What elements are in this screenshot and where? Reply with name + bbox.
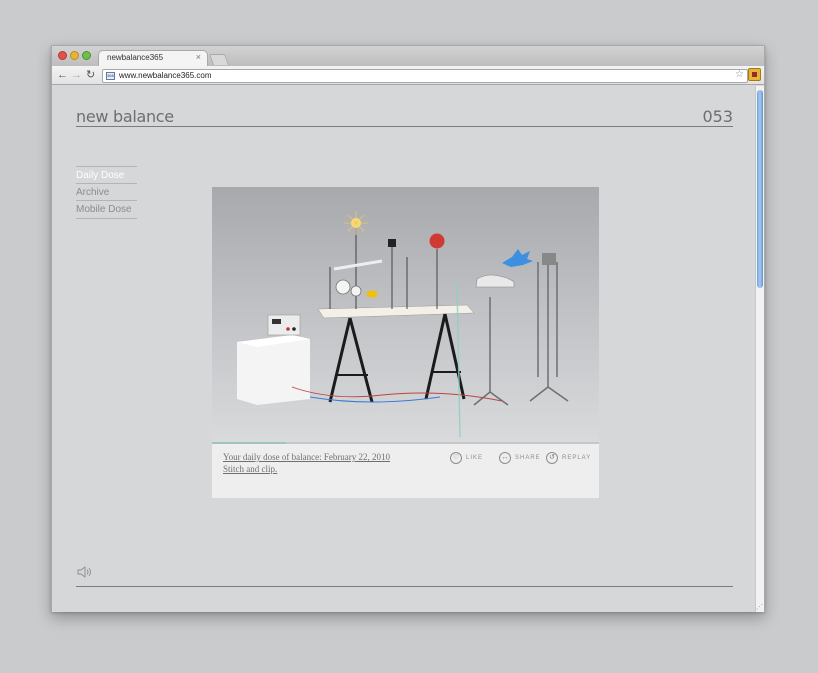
- replay-icon: ↺: [546, 452, 558, 464]
- menu-item-mobile-dose[interactable]: Mobile Dose: [76, 201, 137, 219]
- menu-item-archive[interactable]: Archive: [76, 184, 137, 201]
- menu-item-daily-dose[interactable]: Daily Dose: [76, 166, 137, 184]
- daily-dose-photo[interactable]: [212, 187, 599, 442]
- video-progress-bar[interactable]: [212, 442, 599, 444]
- video-progress-fill: [212, 442, 286, 444]
- speaker-icon[interactable]: [77, 565, 93, 579]
- browser-window: newbalance365 × ← → ↻ 365 www.newbalance…: [51, 45, 765, 612]
- caption-date[interactable]: Your daily dose of balance: February 22,…: [223, 451, 390, 463]
- heart-icon: ♡: [450, 452, 462, 464]
- bookmark-star-icon[interactable]: ☆: [735, 69, 744, 80]
- browser-toolbar: ← → ↻ 365 www.newbalance365.com ☆: [52, 66, 764, 85]
- reload-icon[interactable]: ↻: [86, 68, 95, 82]
- zoom-window-button[interactable]: [82, 51, 91, 60]
- new-tab-button[interactable]: [208, 54, 230, 65]
- daily-dose-caption[interactable]: Your daily dose of balance: February 22,…: [223, 451, 390, 475]
- scrollbar-thumb[interactable]: [757, 90, 763, 288]
- site-favicon-icon: 365: [106, 72, 115, 80]
- issue-number: 053: [702, 107, 733, 126]
- tab-close-icon[interactable]: ×: [196, 52, 201, 62]
- extension-icon[interactable]: [748, 68, 761, 81]
- address-bar[interactable]: 365 www.newbalance365.com ☆: [102, 69, 748, 83]
- minimize-window-button[interactable]: [70, 51, 79, 60]
- resize-grip-icon[interactable]: ⋰: [756, 603, 763, 611]
- tab-newbalance365[interactable]: newbalance365 ×: [98, 50, 208, 66]
- caption-title[interactable]: Stitch and clip.: [223, 463, 390, 475]
- vertical-scrollbar[interactable]: ⋰: [755, 86, 764, 612]
- share-icon: ↔: [499, 452, 511, 464]
- page-viewport: new balance 053 Daily Dose Archive Mobil…: [52, 86, 757, 612]
- replay-label: REPLAY: [562, 455, 592, 461]
- header-divider: [76, 126, 733, 127]
- tab-title: newbalance365: [107, 53, 164, 62]
- back-arrow-icon[interactable]: ←: [57, 68, 68, 82]
- brand-logo[interactable]: new balance: [76, 107, 174, 126]
- forward-arrow-icon[interactable]: →: [71, 68, 82, 82]
- tab-strip: newbalance365 ×: [52, 46, 764, 66]
- like-label: LIKE: [466, 455, 484, 461]
- footer-divider: [76, 586, 733, 587]
- close-window-button[interactable]: [58, 51, 67, 60]
- url-text[interactable]: www.newbalance365.com: [119, 71, 212, 80]
- share-label: SHARE: [515, 455, 541, 461]
- site-menu: Daily Dose Archive Mobile Dose: [76, 166, 137, 219]
- daily-dose-card: Your daily dose of balance: February 22,…: [212, 187, 599, 498]
